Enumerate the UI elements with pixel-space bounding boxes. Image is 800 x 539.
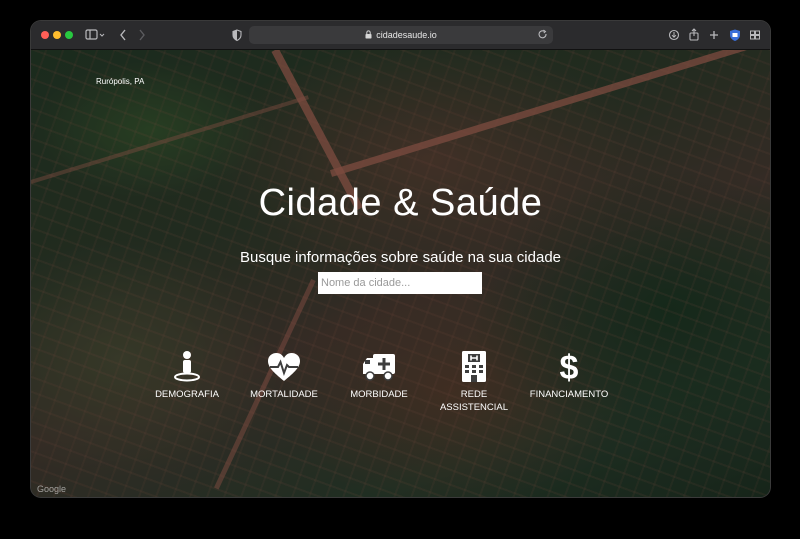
ambulance-icon bbox=[334, 350, 424, 382]
tab-overview-icon[interactable] bbox=[749, 21, 761, 49]
browser-toolbar: cidadesaude.io bbox=[31, 21, 770, 50]
share-icon[interactable] bbox=[688, 21, 700, 49]
close-window-button[interactable] bbox=[41, 31, 49, 39]
page-title: Cidade & Saúde bbox=[258, 182, 543, 224]
city-search-input[interactable] bbox=[318, 272, 482, 294]
download-icon[interactable] bbox=[668, 21, 680, 49]
category-morbidade[interactable]: MORBIDADE bbox=[334, 350, 424, 401]
category-financiamento[interactable]: $ FINANCIAMENTO bbox=[524, 350, 614, 401]
dollar-icon: $ bbox=[524, 350, 614, 382]
category-label: FINANCIAMENTO bbox=[529, 389, 609, 400]
address-bar[interactable]: cidadesaude.io bbox=[249, 26, 553, 44]
back-icon[interactable] bbox=[118, 21, 128, 49]
category-demografia[interactable]: DEMOGRAFIA bbox=[142, 350, 232, 401]
lock-icon bbox=[365, 29, 372, 41]
new-tab-icon[interactable] bbox=[709, 21, 719, 49]
minimize-window-button[interactable] bbox=[53, 31, 61, 39]
forward-icon[interactable] bbox=[137, 21, 147, 49]
url-text: cidadesaude.io bbox=[376, 30, 437, 40]
person-pin-icon bbox=[142, 350, 232, 382]
category-label: MORTALIDADE bbox=[250, 389, 318, 400]
category-label: DEMOGRAFIA bbox=[155, 389, 219, 400]
location-label: Rurópolis, PA bbox=[96, 77, 145, 86]
category-rede-assistencial[interactable]: REDE ASSISTENCIAL bbox=[429, 350, 519, 414]
privacy-shield-icon[interactable] bbox=[232, 21, 242, 49]
page-subtitle: Busque informações sobre saúde na sua ci… bbox=[239, 249, 562, 266]
hospital-icon bbox=[429, 350, 519, 382]
browser-window: cidadesaude.io Rurópolis, PA Cidade & Sa… bbox=[31, 21, 770, 497]
category-label: MORBIDADE bbox=[350, 389, 408, 400]
map-attribution-logo: Google bbox=[37, 484, 67, 494]
sidebar-toggle-icon[interactable] bbox=[85, 21, 105, 49]
category-mortalidade[interactable]: MORTALIDADE bbox=[239, 350, 329, 401]
extension-icon[interactable] bbox=[729, 21, 741, 49]
svg-text:$: $ bbox=[560, 350, 579, 382]
category-label: REDE ASSISTENCIAL bbox=[439, 389, 509, 413]
zoom-window-button[interactable] bbox=[65, 31, 73, 39]
reload-icon[interactable] bbox=[538, 21, 548, 49]
satellite-map-background: Rurópolis, PA Cidade & Saúde Busque info… bbox=[31, 50, 770, 497]
heartbeat-icon bbox=[239, 350, 329, 382]
